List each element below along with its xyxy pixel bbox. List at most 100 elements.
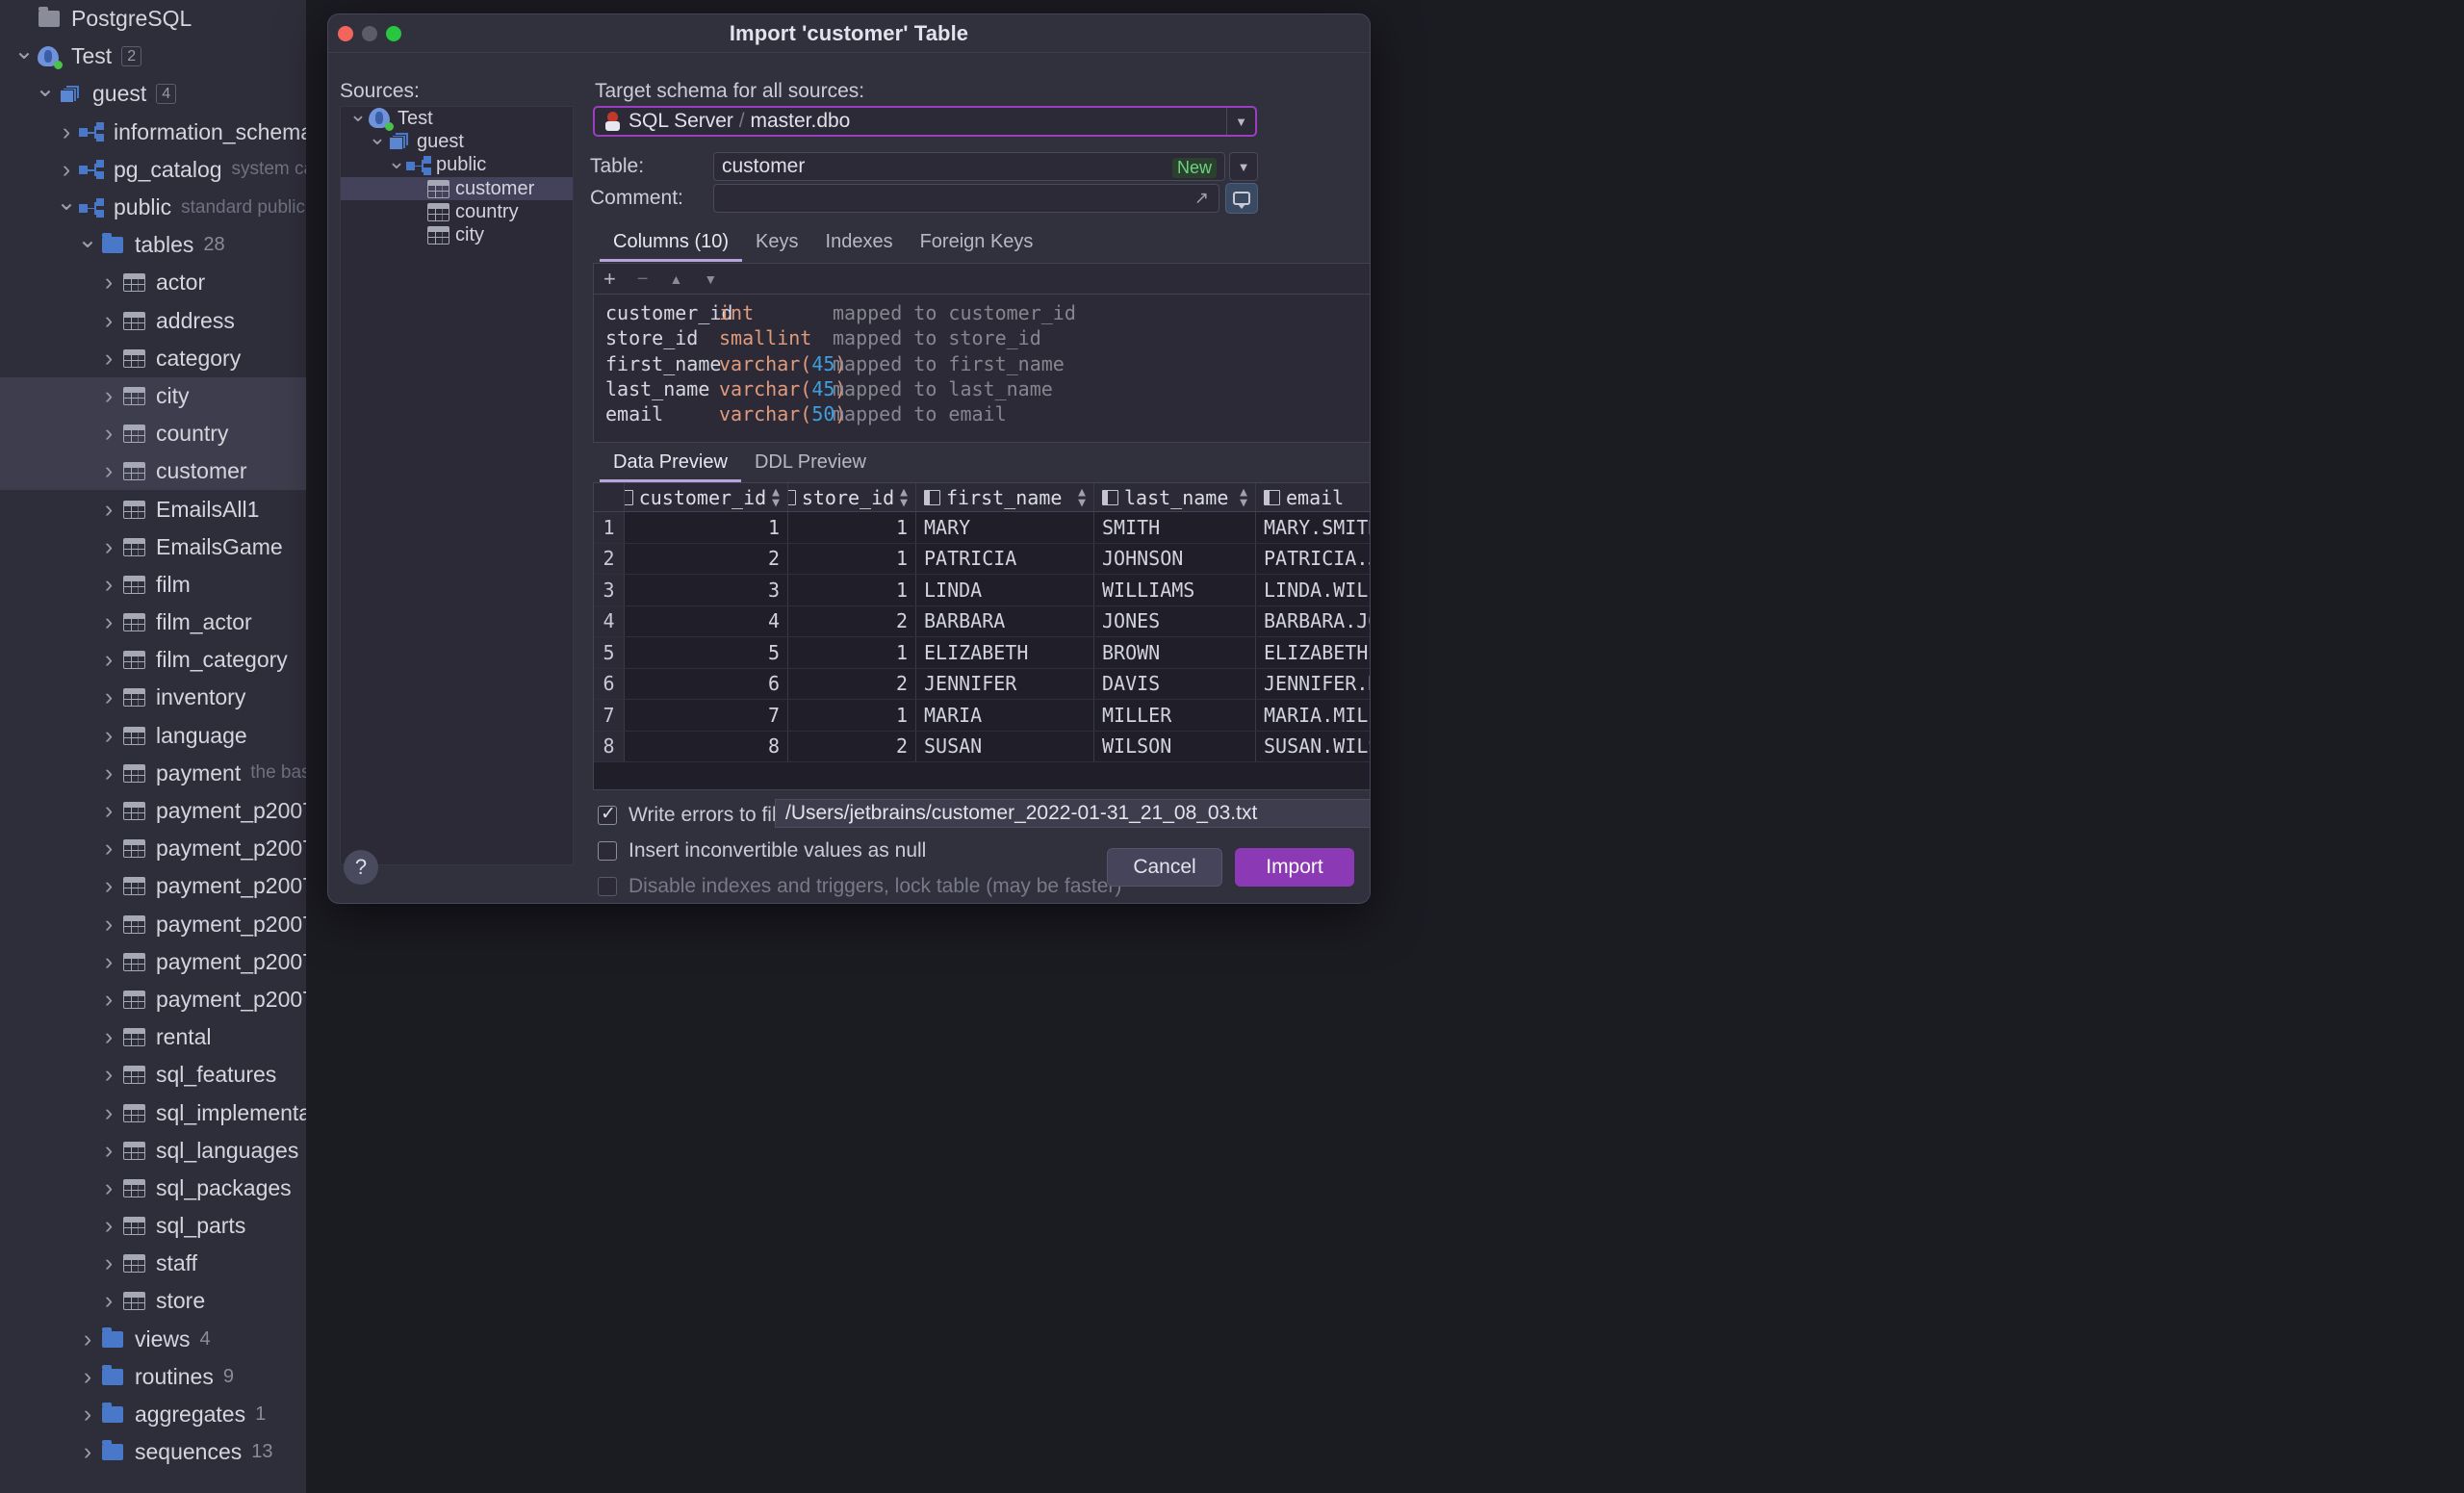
column-row[interactable]: store_id smallint mapped to store_id	[594, 325, 1370, 350]
grid-cell-last_name[interactable]: WILSON	[1094, 731, 1256, 761]
expand-chevron-icon[interactable]	[98, 1101, 119, 1125]
grid-cell-last_name[interactable]: JONES	[1094, 605, 1256, 636]
source-tree-item-customer[interactable]: customer	[341, 176, 573, 201]
grid-cell-customer_id[interactable]: 8	[625, 731, 788, 761]
grid-row[interactable]: 551ELIZABETHBROWNELIZABETH.BROWN@sakilac…	[594, 637, 1370, 669]
source-tree-item-country[interactable]: country	[341, 200, 573, 223]
tab-data-preview[interactable]: Data Preview	[600, 449, 741, 482]
grid-row[interactable]: 331LINDAWILLIAMSLINDA.WILLIAMS@sakilacus…	[594, 575, 1370, 606]
tree-item-store[interactable]: store	[0, 1282, 306, 1320]
expand-chevron-icon[interactable]	[98, 270, 119, 295]
grid-cell-first_name[interactable]: MARY	[916, 512, 1094, 543]
expand-chevron-icon[interactable]	[98, 1251, 119, 1275]
tree-item-guest[interactable]: guest 4	[0, 75, 306, 113]
expand-chevron-icon[interactable]	[98, 874, 119, 898]
grid-cell-first_name[interactable]: MARIA	[916, 700, 1094, 731]
preview-tabs[interactable]: Data Preview DDL Preview	[600, 449, 880, 482]
tree-item-sequences[interactable]: sequences 13	[0, 1433, 306, 1471]
sort-arrows-icon[interactable]: ▲ ▼	[772, 486, 780, 509]
expand-chevron-icon[interactable]	[98, 459, 119, 483]
tree-item-address[interactable]: address	[0, 302, 306, 340]
expand-chevron-icon[interactable]	[98, 837, 119, 861]
tree-item-rental[interactable]: rental	[0, 1018, 306, 1056]
grid-cell-customer_id[interactable]: 2	[625, 543, 788, 574]
grid-cell-last_name[interactable]: BROWN	[1094, 637, 1256, 668]
expand-chevron-icon[interactable]	[77, 1403, 98, 1427]
add-column-button[interactable]: +	[603, 268, 616, 290]
expand-chevron-icon[interactable]	[98, 799, 119, 823]
grid-cell-store_id[interactable]: 2	[788, 731, 916, 761]
tree-item-sql-implementation-i[interactable]: sql_implementation_i	[0, 1094, 306, 1131]
column-row[interactable]: last_name varchar(45) mapped to last_name	[594, 376, 1370, 401]
tree-item-film[interactable]: film	[0, 566, 306, 604]
grid-cell-email[interactable]: PATRICIA.JOHNSON@sakilacus	[1256, 544, 1370, 575]
grid-cell-email[interactable]: MARY.SMITH@sakilacustomer.	[1256, 512, 1370, 543]
expand-chevron-icon[interactable]	[98, 535, 119, 559]
column-row[interactable]: first_name varchar(45) mapped to first_nam…	[594, 351, 1370, 376]
sources-tree[interactable]: Testguestpubliccustomercountrycity	[340, 106, 574, 865]
tree-item-public[interactable]: public standard public schema	[0, 189, 306, 226]
import-button[interactable]: Import	[1235, 848, 1354, 887]
grid-cell-customer_id[interactable]: 6	[625, 668, 788, 699]
grid-header-email[interactable]: email	[1256, 483, 1370, 511]
grid-cell-store_id[interactable]: 1	[788, 700, 916, 731]
grid-cell-last_name[interactable]: JOHNSON	[1094, 543, 1256, 574]
tree-item-payment-p2007-04[interactable]: payment_p2007_04	[0, 906, 306, 943]
sort-arrows-icon[interactable]: ▲ ▼	[1240, 486, 1247, 509]
tree-item-customer[interactable]: customer	[0, 452, 306, 491]
tab-keys[interactable]: Keys	[742, 228, 811, 260]
write-errors-path-input[interactable]: /Users/jetbrains/customer_2022-01-31_21_…	[775, 799, 1370, 828]
tab-foreign-keys[interactable]: Foreign Keys	[907, 228, 1047, 260]
grid-cell-first_name[interactable]: BARBARA	[916, 605, 1094, 636]
grid-cell-customer_id[interactable]: 1	[625, 512, 788, 543]
grid-cell-first_name[interactable]: SUSAN	[916, 731, 1094, 761]
expand-chevron-icon[interactable]	[98, 384, 119, 408]
expand-icon[interactable]: ↗	[1194, 189, 1209, 209]
expand-chevron-icon[interactable]	[98, 1063, 119, 1087]
grid-header-store_id[interactable]: store_id ▲ ▼	[788, 483, 916, 511]
tree-item-aggregates[interactable]: aggregates 1	[0, 1396, 306, 1433]
column-row[interactable]: email varchar(50) mapped to email	[594, 401, 1370, 426]
expand-chevron-icon[interactable]	[98, 950, 119, 974]
grid-cell-store_id[interactable]: 1	[788, 575, 916, 605]
grid-cell-email[interactable]: BARBARA.JONES@sakilacustom	[1256, 606, 1370, 637]
grid-cell-email[interactable]: MARIA.MILLER@sakilacustome	[1256, 700, 1370, 731]
expand-chevron-icon[interactable]	[56, 158, 77, 182]
target-schema-select[interactable]: SQL Server / master.dbo ▼	[593, 106, 1257, 137]
grid-cell-email[interactable]: ELIZABETH.BROWN@sakilacust	[1256, 637, 1370, 668]
grid-row[interactable]: 882SUSANWILSONSUSAN.WILSON@sakilacustome	[594, 731, 1370, 762]
tree-item-inventory[interactable]: inventory	[0, 679, 306, 716]
tree-item-payment-p2007-01[interactable]: payment_p2007_01	[0, 792, 306, 830]
expand-chevron-icon[interactable]	[56, 195, 77, 219]
expand-chevron-icon[interactable]	[368, 129, 387, 154]
maximize-window-button[interactable]	[386, 26, 401, 41]
columns-list[interactable]: customer_id int mapped to customer_id store…	[594, 295, 1370, 426]
tree-item-payment-p2007-05[interactable]: payment_p2007_05	[0, 943, 306, 981]
expand-chevron-icon[interactable]	[98, 610, 119, 634]
grid-cell-email[interactable]: LINDA.WILLIAMS@sakilacusto	[1256, 575, 1370, 605]
tree-item-test[interactable]: Test 2	[0, 38, 306, 75]
grid-cell-store_id[interactable]: 2	[788, 668, 916, 699]
tree-item-postgresql[interactable]: PostgreSQL	[0, 0, 306, 38]
grid-cell-first_name[interactable]: ELIZABETH	[916, 637, 1094, 668]
tree-item-language[interactable]: language	[0, 717, 306, 755]
expand-chevron-icon[interactable]	[98, 347, 119, 371]
expand-chevron-icon[interactable]	[98, 988, 119, 1012]
tab-indexes[interactable]: Indexes	[812, 228, 907, 260]
write-errors-checkbox[interactable]	[598, 803, 617, 825]
grid-cell-store_id[interactable]: 2	[788, 605, 916, 636]
expand-chevron-icon[interactable]	[98, 498, 119, 522]
grid-body[interactable]: 111MARYSMITHMARY.SMITH@sakilacustomer.22…	[594, 512, 1370, 762]
tab-ddl-preview[interactable]: DDL Preview	[741, 449, 880, 480]
expand-chevron-icon[interactable]	[77, 233, 98, 257]
expand-chevron-icon[interactable]	[77, 1327, 98, 1351]
tree-item-pg-catalog[interactable]: pg_catalog system catalog s	[0, 151, 306, 189]
sort-arrows-icon[interactable]: ▲ ▼	[1078, 486, 1086, 509]
chevron-down-icon[interactable]: ▼	[1226, 108, 1255, 135]
grid-cell-customer_id[interactable]: 4	[625, 605, 788, 636]
grid-cell-first_name[interactable]: LINDA	[916, 575, 1094, 605]
expand-chevron-icon[interactable]	[98, 724, 119, 748]
close-window-button[interactable]	[338, 26, 353, 41]
sort-arrows-icon[interactable]: ▲ ▼	[900, 486, 908, 509]
grid-cell-store_id[interactable]: 1	[788, 512, 916, 543]
